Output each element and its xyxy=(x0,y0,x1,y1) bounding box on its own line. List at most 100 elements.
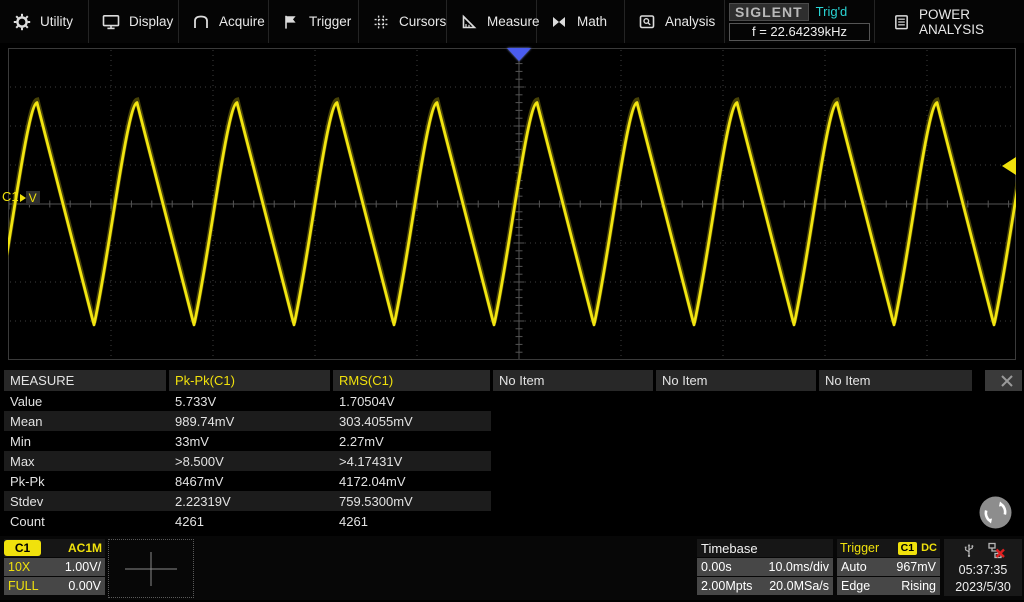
crosshatch-icon xyxy=(374,15,388,28)
menu-item-acquire[interactable]: Acquire xyxy=(179,0,269,43)
measure-column-rms[interactable]: RMS(C1) xyxy=(333,370,490,391)
trigger-slope: Rising xyxy=(901,579,936,593)
trigger-widget[interactable]: Trigger C1 DC Auto 967mV Edge Rising xyxy=(837,539,940,595)
trigger-mode: Auto xyxy=(841,560,867,574)
monitor-icon xyxy=(102,14,120,29)
row-label: Pk-Pk xyxy=(10,473,45,489)
trigger-source-badge: C1 xyxy=(897,541,918,555)
table-row: Count 4261 4261 xyxy=(4,511,1022,531)
row-value: 8467mV xyxy=(175,473,224,489)
channel-1-widget[interactable]: C1 AC1M 10X 1.00V/ FULL 0.00V xyxy=(4,539,105,595)
row-value: 989.74mV xyxy=(175,413,235,429)
channel-offset: 0.00V xyxy=(68,579,101,593)
table-row: Stdev 2.22319V 759.5300mV xyxy=(4,491,491,511)
bandwidth-limit: FULL xyxy=(8,579,39,593)
menu-item-label: Utility xyxy=(40,14,73,29)
row-label: Mean xyxy=(10,413,43,429)
waveform-display[interactable] xyxy=(8,48,1016,360)
menu-item-math[interactable]: Math xyxy=(537,0,625,43)
measure-column-empty-1[interactable]: No Item xyxy=(493,370,653,391)
table-row: Max >8.500V >4.17431V xyxy=(4,451,491,471)
time-per-div: 10.0ms/div xyxy=(768,560,829,574)
trigger-coupling: DC xyxy=(921,542,937,554)
busy-spinner-icon xyxy=(979,496,1012,529)
bowtie-icon xyxy=(553,16,565,27)
row-value: 4172.04mV xyxy=(339,473,406,489)
measure-column-pkpk[interactable]: Pk-Pk(C1) xyxy=(169,370,330,391)
usb-icon xyxy=(964,543,974,558)
channel-position-marker[interactable]: C1 V xyxy=(2,188,40,205)
menu-item-trigger[interactable]: Trigger xyxy=(269,0,359,43)
volts-per-div: 1.00V/ xyxy=(64,560,101,574)
menu-item-power-analysis[interactable]: POWER ANALYSIS xyxy=(875,0,1024,43)
menu-item-label: Math xyxy=(577,14,608,29)
lan-disconnected-icon xyxy=(988,542,1005,559)
measure-table-header: MEASURE Pk-Pk(C1) RMS(C1) No Item No Ite… xyxy=(4,370,1022,391)
menu-item-label: Analysis xyxy=(665,14,716,29)
trigger-title: Trigger xyxy=(840,541,880,555)
row-label: Min xyxy=(10,433,31,449)
row-value: >8.500V xyxy=(175,453,224,469)
menu-item-label: Acquire xyxy=(219,14,265,29)
bottom-status-bar: C1 AC1M 10X 1.00V/ FULL 0.00V Timebase 0… xyxy=(0,536,1024,600)
measure-column-empty-2[interactable]: No Item xyxy=(656,370,816,391)
row-value: >4.17431V xyxy=(339,453,403,469)
channel-marker-unit: V xyxy=(25,191,40,205)
crosshair-icon xyxy=(125,552,177,586)
trigger-level: 967mV xyxy=(896,560,936,574)
close-icon xyxy=(1000,374,1013,387)
siglent-logo: SIGLENT xyxy=(729,2,809,21)
clock-time: 05:37:35 xyxy=(958,562,1008,577)
table-row: Value 5.733V 1.70504V xyxy=(4,391,1022,411)
row-label: Max xyxy=(10,453,35,469)
table-row: Mean 989.74mV 303.4055mV xyxy=(4,411,491,431)
table-row: Pk-Pk 8467mV 4172.04mV xyxy=(4,471,1022,491)
menu-item-display[interactable]: Display xyxy=(89,0,179,43)
probe-attenuation: 10X xyxy=(8,560,31,574)
folder-search-icon xyxy=(639,14,655,28)
timebase-delay: 0.00s xyxy=(701,560,732,574)
channel-marker-label: C1 xyxy=(2,189,19,204)
menu-item-measure[interactable]: Measure xyxy=(447,0,540,43)
measure-corner-cell: MEASURE xyxy=(4,370,166,391)
trigger-type: Edge xyxy=(841,579,871,593)
memory-depth: 2.00Mpts xyxy=(701,579,753,593)
row-value: 2.22319V xyxy=(175,493,231,509)
system-status-box[interactable]: 05:37:35 2023/5/30 xyxy=(944,539,1022,596)
row-label: Stdev xyxy=(10,493,44,509)
menu-item-label: Trigger xyxy=(309,14,352,29)
menu-item-utility[interactable]: Utility xyxy=(0,0,89,43)
trigger-level-marker[interactable] xyxy=(1002,157,1016,175)
channel-badge[interactable]: C1 xyxy=(4,540,41,556)
zoom-crosshair-box[interactable] xyxy=(108,539,194,598)
row-value: 1.70504V xyxy=(339,393,395,409)
clock-date: 2023/5/30 xyxy=(955,580,1011,594)
row-value: 4261 xyxy=(339,513,368,529)
brand-block: SIGLENT Trig'd f = 22.64239kHz xyxy=(725,0,875,43)
measure-column-empty-3[interactable]: No Item xyxy=(819,370,972,391)
trigger-status: Trig'd xyxy=(815,4,848,19)
row-value: 4261 xyxy=(175,513,204,529)
frequency-counter: f = 22.64239kHz xyxy=(729,22,870,41)
row-value: 2.27mV xyxy=(339,433,384,449)
menu-item-analysis[interactable]: Analysis xyxy=(625,0,725,43)
clipboard-icon xyxy=(895,14,908,29)
set-square-icon xyxy=(462,14,477,28)
menu-item-cursors[interactable]: Cursors xyxy=(359,0,447,43)
acquire-icon xyxy=(194,15,208,28)
menu-item-label: Measure xyxy=(487,14,540,29)
timebase-title: Timebase xyxy=(701,540,758,556)
row-value: 303.4055mV xyxy=(339,413,413,429)
menu-item-label: Display xyxy=(129,14,174,29)
row-value: 33mV xyxy=(175,433,209,449)
trigger-position-marker[interactable] xyxy=(507,48,531,61)
gear-icon xyxy=(13,13,31,30)
row-label: Value xyxy=(10,393,43,409)
timebase-widget[interactable]: Timebase 0.00s 10.0ms/div 2.00Mpts 20.0M… xyxy=(697,539,833,595)
menu-item-label: Cursors xyxy=(399,14,447,29)
table-row: Min 33mV 2.27mV xyxy=(4,431,1022,451)
close-measure-button[interactable] xyxy=(985,370,1022,391)
flag-icon xyxy=(285,15,296,29)
row-value: 759.5300mV xyxy=(339,493,413,509)
row-label: Count xyxy=(10,513,45,529)
